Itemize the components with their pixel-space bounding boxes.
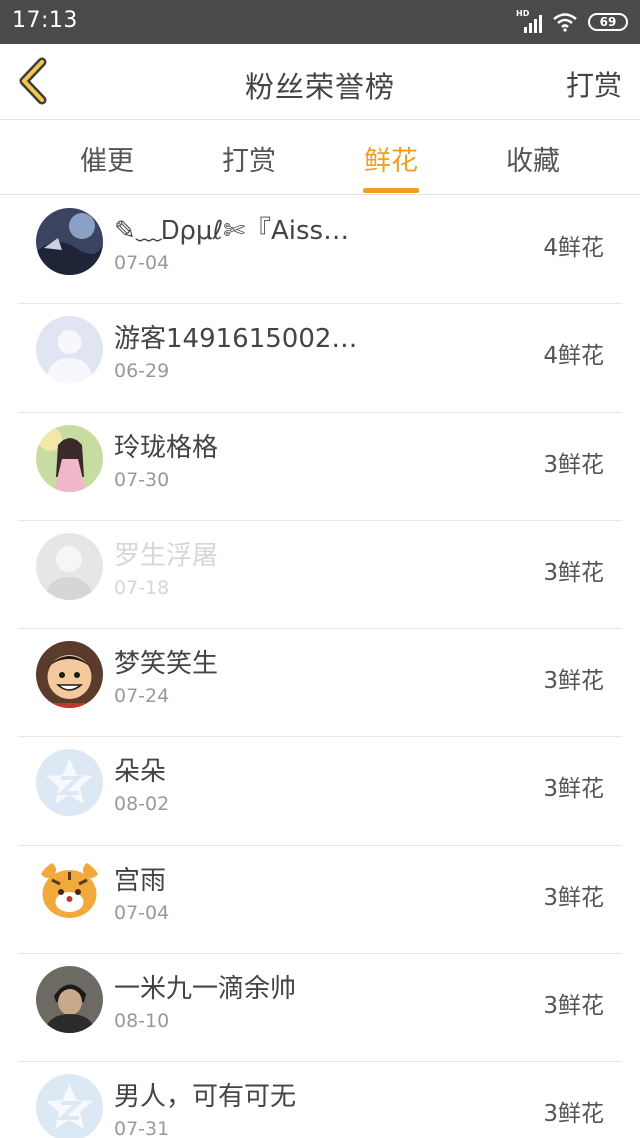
fan-row[interactable]: 游客1491615002… 06-29 4鲜花: [18, 304, 622, 413]
fan-name: 玲珑格格: [114, 432, 219, 463]
qzone-star-avatar: [36, 749, 103, 817]
tab-flowers-label: 鲜花: [364, 146, 418, 177]
flower-count: 4鲜花: [543, 343, 604, 370]
person-photo-avatar: [36, 966, 103, 1034]
status-time: 17:13: [12, 8, 78, 33]
tab-urge[interactable]: 催更: [47, 139, 167, 178]
flower-count: 3鲜花: [543, 884, 604, 911]
fan-row[interactable]: 男人，可有可无 07-31 3鲜花: [18, 1062, 622, 1138]
status-bar: 17:13 HD 69: [0, 0, 640, 44]
cartoon-face-avatar: [36, 641, 103, 709]
person-photo-avatar: [36, 532, 103, 600]
fan-date: 07-31: [114, 1118, 170, 1138]
flower-count: 3鲜花: [543, 993, 604, 1020]
fan-date: 06-29: [114, 360, 170, 383]
tab-flowers[interactable]: 鲜花: [331, 139, 451, 193]
fan-row[interactable]: 玲珑格格 07-30 3鲜花: [18, 413, 622, 521]
fan-name: 男人，可有可无: [114, 1082, 297, 1113]
flower-count: 3鲜花: [543, 1101, 604, 1128]
fan-row[interactable]: 梦笑笑生 07-24 3鲜花: [18, 629, 622, 738]
fan-name: 朵朵: [114, 757, 167, 788]
fan-date: 08-02: [114, 793, 170, 816]
flower-count: 3鲜花: [543, 559, 604, 586]
battery-level: 69: [599, 15, 617, 29]
tab-reward[interactable]: 打赏: [189, 139, 309, 178]
status-icons: HD 69: [516, 9, 628, 34]
fan-name: 一米九一滴余帅: [114, 974, 297, 1005]
fan-row[interactable]: 罗生浮屠 07-18 3鲜花: [18, 521, 622, 630]
active-tab-indicator: [363, 188, 419, 193]
fan-date: 07-18: [114, 576, 170, 599]
flower-count: 3鲜花: [543, 451, 604, 478]
page-title: 粉丝荣誉榜: [244, 70, 395, 104]
tiger-avatar: [36, 857, 103, 925]
wifi-icon: [553, 13, 577, 32]
fan-row[interactable]: 宫雨 07-04 3鲜花: [18, 846, 622, 955]
fan-row[interactable]: 朵朵 08-02 3鲜花: [18, 737, 622, 846]
girl-avatar: [36, 424, 103, 492]
signal-icon: HD: [516, 9, 542, 33]
flower-count: 3鲜花: [543, 776, 604, 803]
fan-date: 07-24: [114, 685, 170, 708]
header: 粉丝荣誉榜 打赏: [0, 44, 640, 120]
default-person-avatar: [36, 316, 103, 384]
fan-row[interactable]: ✎﹏Ꭰρμℓ✄『Aiss… 07-04 4鲜花: [18, 196, 622, 305]
fan-name: 梦笑笑生: [114, 649, 219, 680]
fan-date: 07-04: [114, 252, 170, 274]
fan-row[interactable]: 一米九一滴余帅 08-10 3鲜花: [18, 954, 622, 1063]
qzone-star-avatar: [36, 1074, 103, 1138]
tab-bar: 催更 打赏 鲜花 收藏: [0, 121, 640, 195]
fan-name: 罗生浮屠: [114, 540, 219, 571]
tab-favorites[interactable]: 收藏: [473, 139, 593, 178]
fan-name: 游客1491615002…: [114, 324, 358, 355]
scenery-avatar: [36, 208, 103, 275]
reward-button[interactable]: 打赏: [566, 64, 622, 104]
flower-count: 4鲜花: [543, 235, 604, 261]
fan-date: 07-30: [114, 468, 170, 491]
fan-name: 宫雨: [114, 865, 167, 896]
flower-count: 3鲜花: [543, 668, 604, 695]
fan-date: 08-10: [114, 1010, 170, 1033]
fan-list: ✎﹏Ꭰρμℓ✄『Aiss… 07-04 4鲜花 游客1491615002… 06…: [0, 196, 640, 1138]
battery-icon: 69: [588, 13, 628, 31]
fan-date: 07-04: [114, 901, 170, 924]
fan-name: ✎﹏Ꭰρμℓ✄『Aiss…: [114, 216, 350, 246]
